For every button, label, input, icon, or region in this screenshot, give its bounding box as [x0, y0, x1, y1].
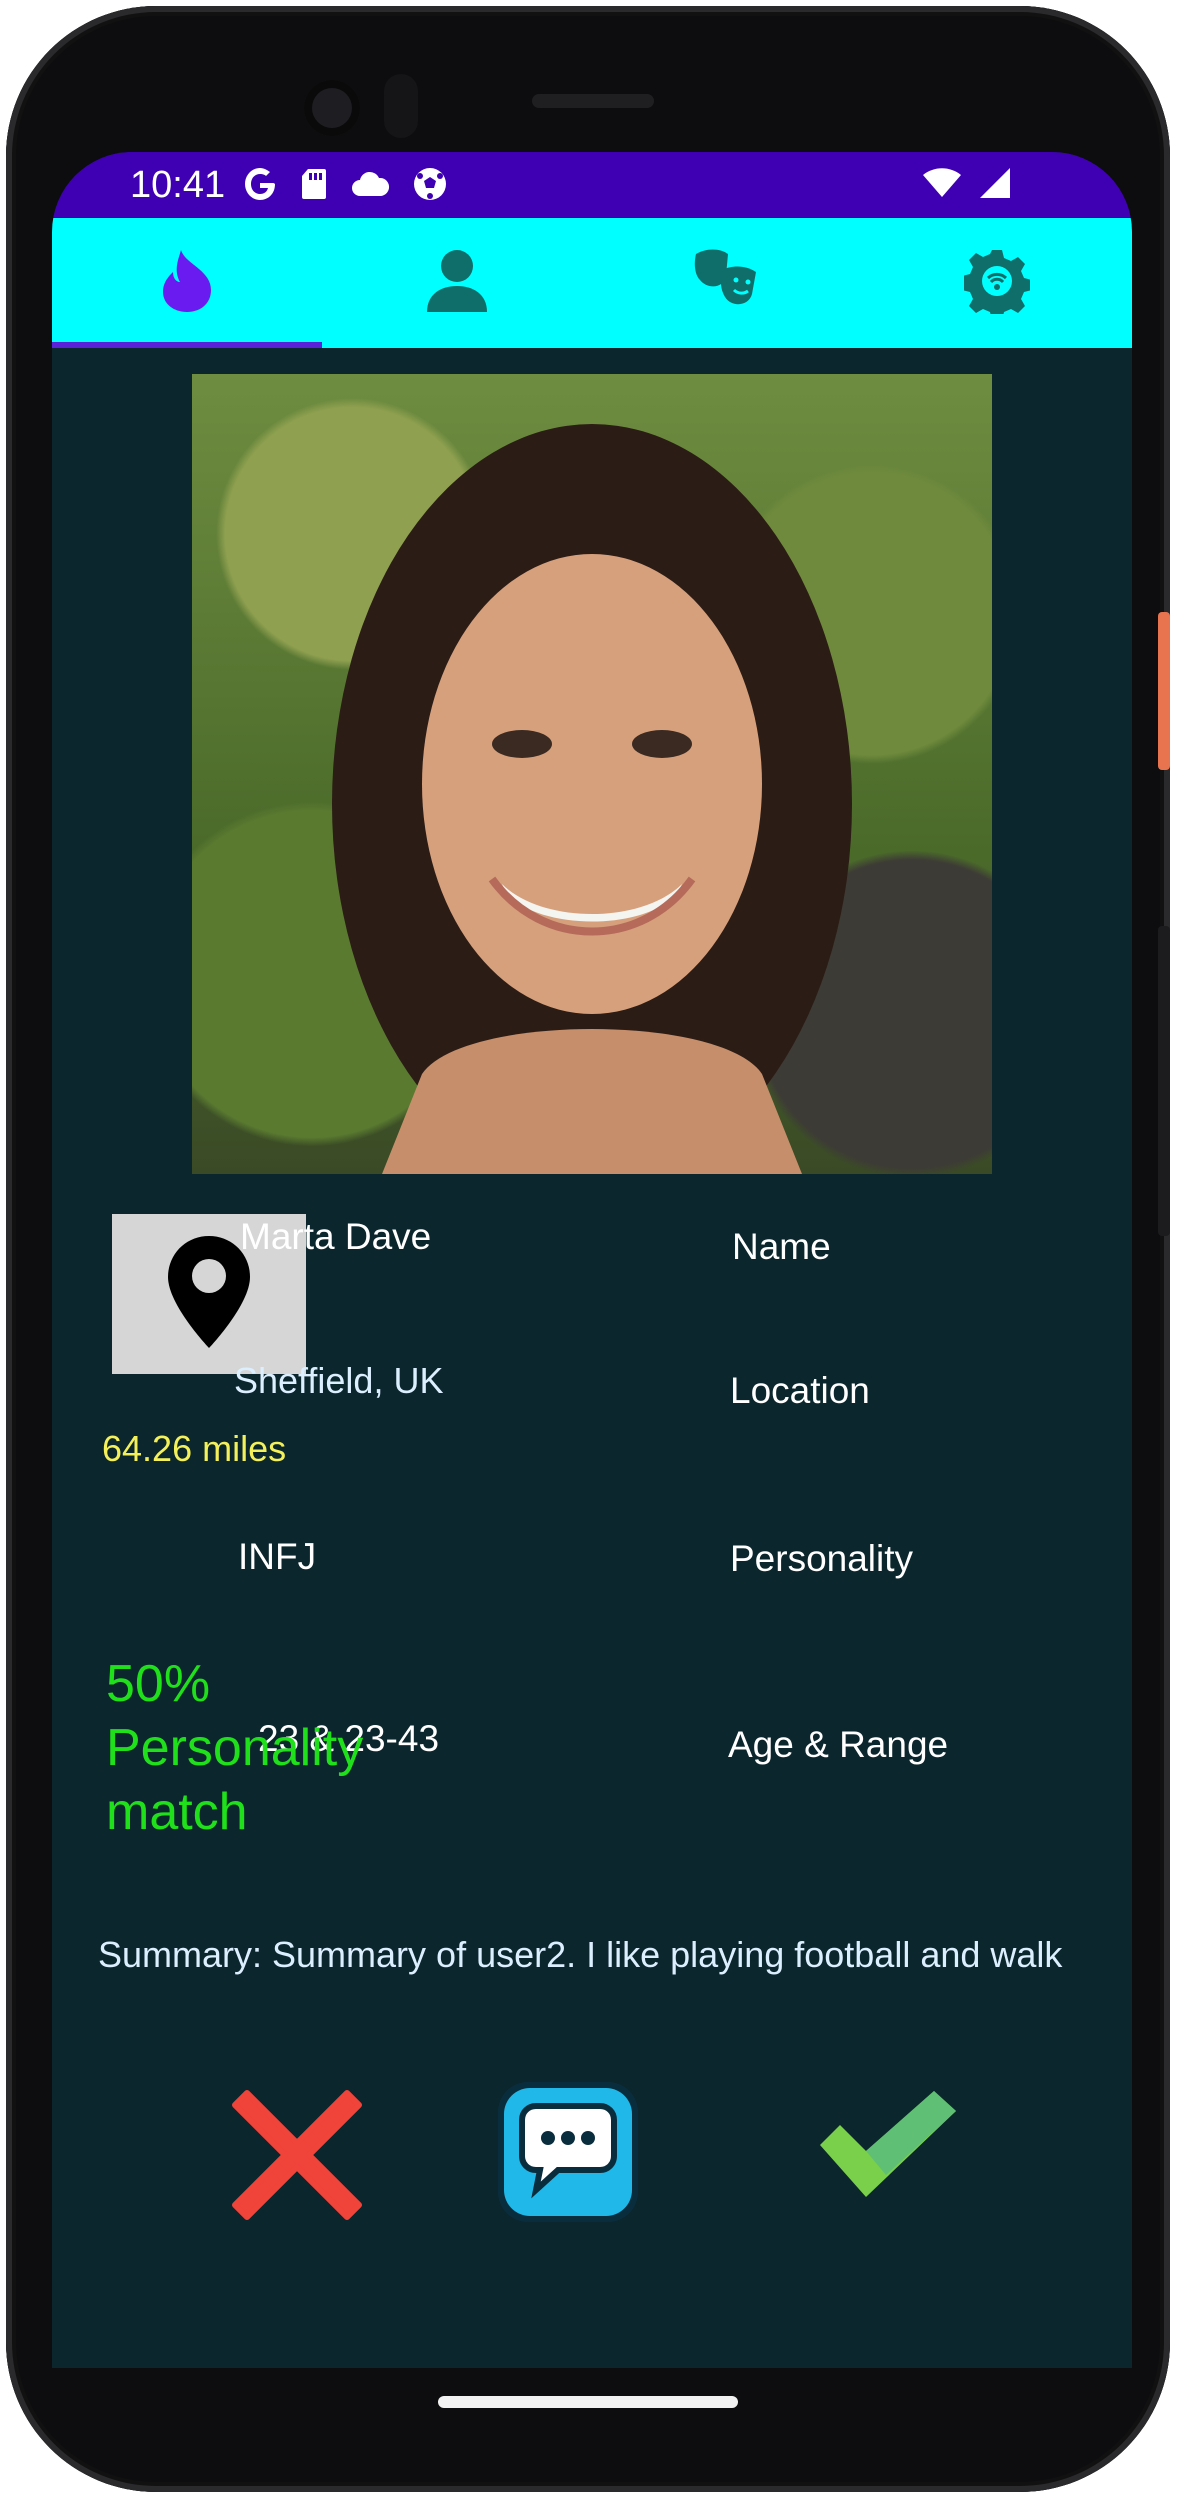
chat-icon	[496, 2080, 640, 2229]
personality-label: Personality	[730, 1538, 914, 1579]
person-icon	[425, 248, 489, 319]
tab-settings[interactable]	[862, 218, 1132, 348]
sd-card-icon	[300, 167, 328, 206]
check-icon	[818, 2089, 958, 2204]
proximity-sensor	[384, 74, 418, 138]
gear-icon	[962, 248, 1032, 320]
close-icon	[227, 2085, 367, 2230]
profile-name: Marta Dave	[240, 1216, 432, 1257]
profile-summary: Summary: Summary of user2. I like playin…	[98, 1934, 1063, 1975]
wifi-icon	[922, 167, 962, 204]
front-camera	[304, 80, 360, 136]
tab-profile[interactable]	[322, 218, 592, 348]
message-button[interactable]	[496, 2080, 640, 2229]
football-icon	[412, 166, 448, 207]
status-time: 10:41	[130, 164, 226, 206]
profile-location: Sheffield, UK	[234, 1360, 444, 1401]
screen: 10:41 Marta Dave Sheffield, UK 64.26 mil…	[52, 152, 1132, 2368]
accept-button[interactable]	[818, 2086, 958, 2206]
earpiece-speaker	[532, 94, 654, 108]
masks-icon	[692, 248, 762, 319]
name-label: Name	[732, 1226, 831, 1267]
personality-match: 50% Personality match	[106, 1655, 364, 1841]
status-icons-left	[242, 166, 448, 207]
tab-personality[interactable]	[592, 218, 862, 348]
tab-bar	[52, 218, 1132, 348]
age-range-label: Age & Range	[728, 1724, 949, 1765]
cloud-icon	[350, 170, 390, 203]
google-icon	[242, 166, 278, 207]
profile-personality: INFJ	[238, 1536, 317, 1577]
signal-icon	[976, 166, 1012, 205]
tab-discover[interactable]	[52, 218, 322, 348]
volume-button	[1158, 926, 1170, 1236]
location-label: Location	[730, 1370, 870, 1411]
reject-button[interactable]	[222, 2082, 372, 2232]
flame-icon	[159, 248, 215, 319]
status-bar: 10:41	[52, 152, 1132, 218]
distance-text: 64.26 miles	[102, 1428, 287, 1469]
phone-frame: 10:41 Marta Dave Sheffield, UK 64.26 mil…	[6, 6, 1170, 2492]
status-icons-right	[922, 166, 1012, 205]
profile-photo[interactable]	[192, 374, 992, 1174]
power-button	[1158, 612, 1170, 770]
home-indicator[interactable]	[438, 2396, 738, 2408]
